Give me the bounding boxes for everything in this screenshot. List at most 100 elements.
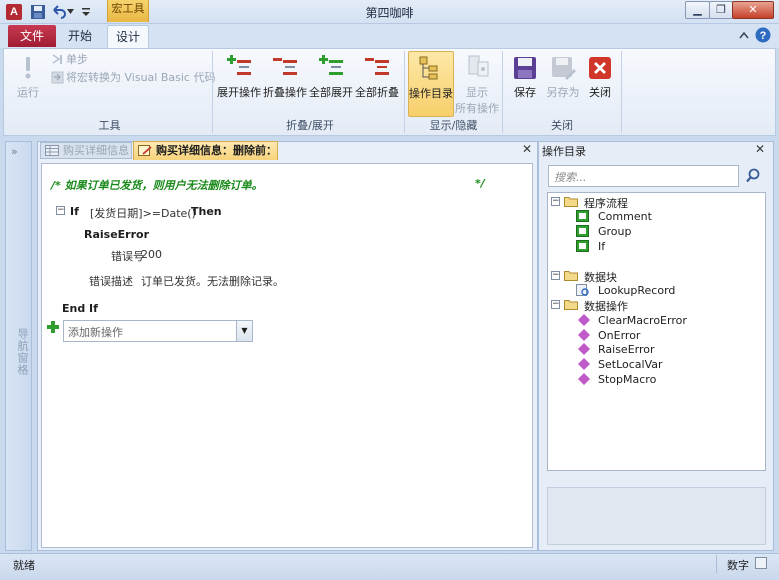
expand-action-label: 展开操作 [217, 86, 261, 99]
collapse-expand-group-label: 折叠/展开 [286, 119, 334, 132]
close-label: 关闭 [589, 86, 611, 99]
tree-toggle-program-flow[interactable]: − [551, 197, 560, 206]
end-if-keyword: End If [62, 302, 98, 315]
tab-home[interactable]: 开始 [62, 25, 98, 48]
folder-icon [564, 300, 578, 310]
folder-icon [564, 271, 578, 281]
convert-vba-icon [51, 71, 64, 84]
window-title: 第四咖啡 [365, 6, 414, 20]
collapse-all-label: 全部折叠 [355, 86, 399, 99]
add-action-plus-icon [47, 321, 59, 333]
collapse-action-button[interactable]: 折叠操作 [262, 51, 308, 117]
error-description-value[interactable]: 订单已发货。无法删除记录。 [141, 273, 284, 289]
close-window-button[interactable]: ✕ [732, 1, 774, 19]
show-hide-group-label: 显示/隐藏 [429, 119, 478, 132]
raiseerror-action[interactable]: RaiseError [84, 228, 149, 241]
save-disk-icon [514, 57, 536, 79]
collapse-all-button[interactable]: 全部折叠 [354, 51, 400, 117]
lightning-action-icon [578, 329, 590, 341]
macro-icon [138, 145, 152, 156]
tree-item-if[interactable]: If [598, 240, 605, 253]
tree-item-comment[interactable]: Comment [598, 210, 652, 223]
view-mode-icon[interactable] [755, 557, 767, 569]
save-as-label: 另存为 [546, 86, 580, 99]
if-collapse-toggle[interactable]: − [56, 206, 65, 215]
tree-item-clearmacroerror[interactable]: ClearMacroError [598, 314, 687, 327]
tree-toggle-data-actions[interactable]: − [551, 300, 560, 309]
folder-icon [564, 197, 578, 207]
show-all-label-2: 所有操作 [455, 102, 499, 115]
minimize-button[interactable]: ▁ [685, 1, 710, 19]
action-catalog-button[interactable]: 操作目录 [408, 51, 454, 117]
show-all-actions-icon [468, 55, 489, 77]
status-separator [716, 555, 717, 573]
tree-group-data-blocks[interactable]: 数据块 [584, 269, 617, 285]
run-exclamation-icon [25, 57, 31, 79]
convert-to-vba-button[interactable]: 将宏转换为 Visual Basic 代码 [66, 69, 215, 86]
tree-item-onerror[interactable]: OnError [598, 329, 640, 342]
group-action-icon [576, 225, 589, 237]
save-button[interactable]: 保存 [506, 51, 544, 117]
single-step-icon [52, 54, 62, 64]
minimize-ribbon-icon[interactable] [739, 31, 749, 39]
action-catalog-icon [419, 56, 438, 80]
comment-action-icon [576, 210, 589, 222]
tab-purchase-details[interactable]: 购买详细信息 [40, 142, 132, 159]
tree-item-group[interactable]: Group [598, 225, 632, 238]
search-icon[interactable] [741, 165, 765, 187]
add-action-placeholder: 添加新操作 [68, 326, 123, 339]
error-description-label: 错误描述 [89, 275, 133, 288]
error-number-label: 错误号 [111, 250, 144, 263]
run-button[interactable]: 运行 [10, 51, 46, 117]
close-document-icon[interactable]: ✕ [522, 142, 532, 156]
expand-all-button[interactable]: 全部展开 [308, 51, 354, 117]
expand-action-icon [227, 55, 251, 75]
show-all-label-1: 显示 [466, 86, 488, 99]
save-label: 保存 [514, 86, 536, 99]
dropdown-arrow-icon[interactable]: ▼ [236, 321, 252, 341]
tree-item-raiseerror[interactable]: RaiseError [598, 343, 655, 356]
tab-file[interactable]: 文件 [8, 25, 56, 47]
tree-toggle-data-blocks[interactable]: − [551, 271, 560, 280]
tab-before-delete-macro[interactable]: 购买详细信息：删除前： [133, 141, 278, 160]
expand-all-icon [319, 55, 343, 75]
run-label: 运行 [17, 86, 39, 99]
add-new-action-combobox[interactable]: 添加新操作 ▼ [63, 320, 253, 342]
nav-pane-label: 导航窗格 [16, 328, 29, 376]
tree-item-stopmacro[interactable]: StopMacro [598, 373, 656, 386]
close-macro-button[interactable]: 关闭 [582, 51, 618, 117]
save-as-icon [552, 57, 576, 80]
save-as-button[interactable]: 另存为 [544, 51, 582, 117]
catalog-search-input[interactable]: 搜索... [548, 165, 739, 187]
restore-button[interactable]: ❐ [709, 1, 733, 19]
tab-design[interactable]: 设计 [107, 25, 149, 48]
action-catalog-title: 操作目录 [542, 145, 586, 158]
expand-all-label: 全部展开 [309, 86, 353, 99]
expand-nav-chevron-icon[interactable]: » [11, 145, 18, 158]
macro-comment[interactable]: /* 如果订单已发货，则用户无法删除订单。 [51, 177, 263, 193]
tree-group-data-actions[interactable]: 数据操作 [584, 298, 628, 314]
lightning-action-icon [578, 314, 590, 326]
lightning-action-icon [578, 358, 590, 370]
tree-item-setlocalvar[interactable]: SetLocalVar [598, 358, 663, 371]
then-keyword: Then [191, 205, 222, 218]
collapse-action-icon [273, 58, 297, 75]
show-all-actions-button[interactable]: 显示 所有操作 [454, 51, 500, 117]
if-action-icon [576, 240, 589, 252]
tree-group-program-flow[interactable]: 程序流程 [584, 195, 628, 211]
close-catalog-icon[interactable]: ✕ [755, 142, 765, 156]
single-step-button[interactable]: 单步 [66, 51, 88, 68]
if-condition[interactable]: [发货日期]>=Date() [90, 205, 196, 221]
expand-action-button[interactable]: 展开操作 [216, 51, 262, 117]
tab-before-delete-label: 购买详细信息：删除前： [156, 144, 277, 157]
help-icon[interactable]: ? [755, 27, 771, 43]
group-separator [212, 51, 213, 133]
lookup-record-icon [576, 284, 589, 296]
error-number-value[interactable]: 200 [141, 248, 162, 261]
status-ready: 就绪 [13, 559, 35, 572]
close-group-label: 关闭 [551, 119, 573, 132]
action-catalog-label: 操作目录 [409, 87, 453, 100]
catalog-description-panel [547, 487, 766, 545]
collapse-action-label: 折叠操作 [263, 86, 307, 99]
tree-item-lookuprecord[interactable]: LookupRecord [598, 284, 675, 297]
